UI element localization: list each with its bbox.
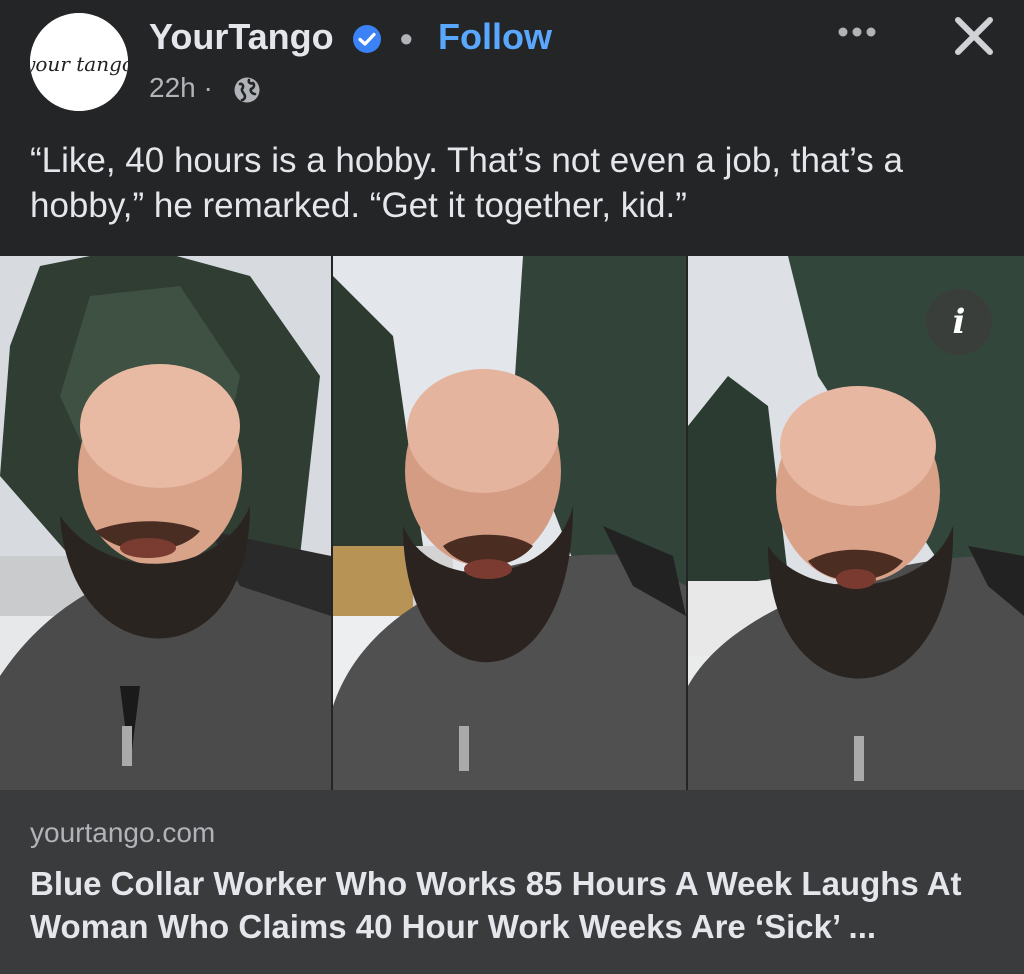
yourtango-logo: your tango	[30, 13, 128, 111]
post-image[interactable]	[0, 256, 1024, 790]
close-icon[interactable]	[952, 14, 996, 58]
more-options-icon[interactable]	[836, 22, 878, 42]
post-header: your tango YourTango • Follow 22h ·	[0, 0, 1024, 126]
follow-button[interactable]: Follow	[438, 16, 552, 58]
separator-dot: •	[400, 18, 413, 59]
page-name[interactable]: YourTango	[149, 16, 334, 58]
post-caption: “Like, 40 hours is a hobby. That’s not e…	[30, 141, 903, 225]
post-time[interactable]: 22h ·	[149, 72, 213, 104]
globe-icon	[234, 77, 260, 103]
link-preview-card[interactable]: yourtango.com Blue Collar Worker Who Wor…	[0, 790, 1024, 974]
frame-divider	[686, 256, 688, 790]
page-avatar[interactable]: your tango	[30, 13, 128, 111]
info-glyph: i	[952, 302, 966, 342]
verified-badge-icon	[353, 25, 381, 53]
info-icon[interactable]: i	[926, 289, 992, 355]
image-frame-1	[0, 256, 331, 790]
frame-divider	[331, 256, 333, 790]
link-domain: yourtango.com	[30, 817, 216, 848]
svg-text:your tango: your tango	[30, 52, 128, 76]
image-frame-2	[333, 256, 686, 790]
link-headline: Blue Collar Worker Who Works 85 Hours A …	[30, 865, 962, 945]
